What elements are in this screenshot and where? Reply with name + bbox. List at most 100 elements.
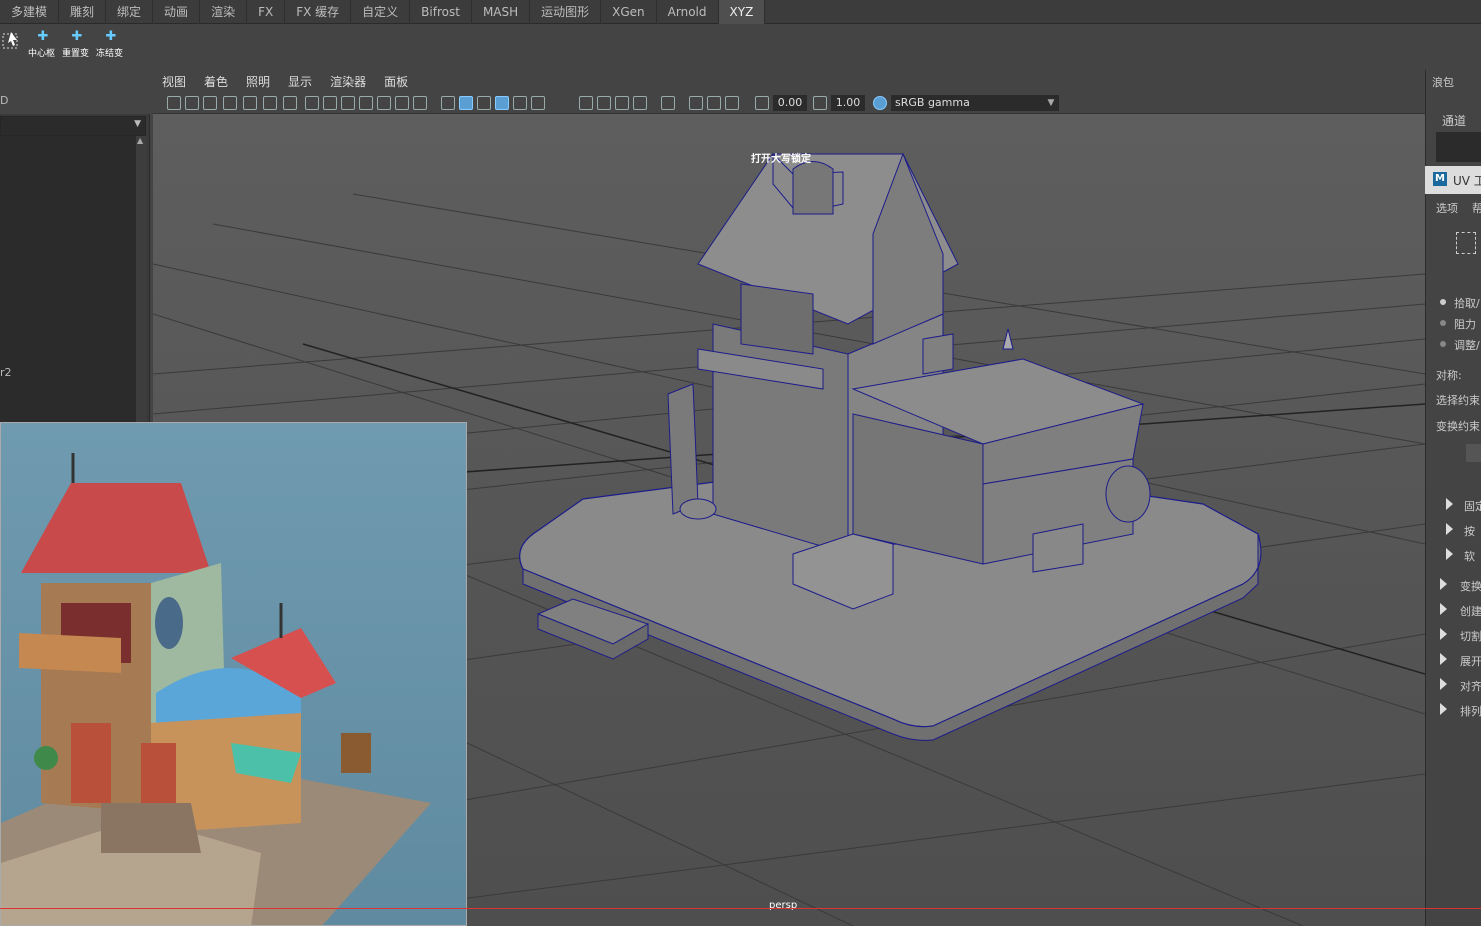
right-tab-label[interactable]: 浪包 bbox=[1432, 74, 1454, 90]
section-header[interactable]: 固定 bbox=[1464, 498, 1481, 514]
outliner-scrollbar[interactable]: ▲ bbox=[136, 136, 146, 422]
shelf-tab[interactable]: 运动图形 bbox=[530, 0, 602, 24]
expand-arrow-icon[interactable] bbox=[1440, 628, 1447, 640]
section-header[interactable]: 创建 bbox=[1460, 603, 1481, 619]
shelf-tab[interactable]: MASH bbox=[472, 0, 531, 24]
color-space-dropdown[interactable]: sRGB gamma bbox=[891, 95, 1059, 111]
uv-select-tool-icon[interactable] bbox=[1456, 232, 1476, 254]
default-material-icon[interactable] bbox=[477, 96, 491, 110]
scroll-up-icon[interactable]: ▲ bbox=[137, 136, 143, 145]
radio-button[interactable] bbox=[1440, 341, 1446, 347]
section-header[interactable]: 对齐 bbox=[1460, 678, 1481, 694]
camera-attributes-icon[interactable] bbox=[185, 96, 199, 110]
wireframe-on-shaded-icon[interactable] bbox=[495, 96, 509, 110]
expand-arrow-icon[interactable] bbox=[1446, 523, 1453, 535]
shelf-tab[interactable]: Bifrost bbox=[410, 0, 472, 24]
viewport-menubar: 视图 着色 照明 显示 渲染器 面板 bbox=[153, 70, 1425, 92]
expand-arrow-icon[interactable] bbox=[1440, 603, 1447, 615]
expand-arrow-icon[interactable] bbox=[1440, 678, 1447, 690]
2d-pan-zoom-icon[interactable] bbox=[263, 96, 277, 110]
isolate-select-icon[interactable] bbox=[661, 96, 675, 110]
textured-icon[interactable] bbox=[513, 96, 527, 110]
center-pivot-button[interactable]: ✚ 中心枢 bbox=[26, 28, 60, 62]
shelf-tab[interactable]: 雕刻 bbox=[59, 0, 107, 24]
safe-title-icon[interactable] bbox=[413, 96, 427, 110]
depth-of-field-icon[interactable] bbox=[633, 96, 647, 110]
grid-icon[interactable] bbox=[305, 96, 319, 110]
expand-arrow-icon[interactable] bbox=[1446, 498, 1453, 510]
house-model bbox=[519, 152, 1262, 741]
smooth-shade-icon[interactable] bbox=[459, 96, 473, 110]
shelf-tab[interactable]: 动画 bbox=[153, 0, 201, 24]
shelf-tab[interactable]: FX 缓存 bbox=[285, 0, 352, 24]
menu-view[interactable]: 视图 bbox=[153, 73, 195, 90]
constraint-dropdown[interactable] bbox=[1466, 444, 1481, 462]
exposure-field[interactable]: 0.00 bbox=[773, 95, 807, 111]
xray-icon[interactable] bbox=[689, 96, 703, 110]
radio-button[interactable] bbox=[1440, 299, 1446, 305]
outliner-item[interactable]: r2 bbox=[0, 366, 12, 379]
resolution-gate-icon[interactable] bbox=[341, 96, 355, 110]
shelf-tab[interactable]: 多建模 bbox=[0, 0, 60, 24]
film-gate-icon[interactable] bbox=[323, 96, 337, 110]
menu-renderer[interactable]: 渲染器 bbox=[321, 73, 375, 90]
grease-pencil-icon[interactable] bbox=[243, 96, 257, 110]
shelf-tab[interactable]: 自定义 bbox=[351, 0, 411, 24]
menu-shading[interactable]: 着色 bbox=[195, 73, 237, 90]
grease-icon[interactable] bbox=[283, 96, 297, 110]
section-header[interactable]: 按 bbox=[1464, 523, 1475, 539]
camera-label: persp bbox=[769, 900, 798, 911]
maya-window: 多建模 雕刻 绑定 动画 渲染 FX FX 缓存 自定义 Bifrost MAS… bbox=[0, 0, 1481, 926]
expand-arrow-icon[interactable] bbox=[1440, 703, 1447, 715]
xray-joints-icon[interactable] bbox=[725, 96, 739, 110]
radio-button[interactable] bbox=[1440, 320, 1446, 326]
shelf-tab[interactable]: 渲染 bbox=[200, 0, 248, 24]
uv-help-menu[interactable]: 帮 bbox=[1472, 200, 1481, 216]
gamma-field[interactable]: 1.00 bbox=[831, 95, 865, 111]
ambient-occlusion-icon[interactable] bbox=[597, 96, 611, 110]
menu-lighting[interactable]: 照明 bbox=[237, 73, 279, 90]
anti-aliasing-icon[interactable] bbox=[615, 96, 629, 110]
expand-arrow-icon[interactable] bbox=[1440, 653, 1447, 665]
xray-active-icon[interactable] bbox=[707, 96, 721, 110]
field-chart-icon[interactable] bbox=[377, 96, 391, 110]
shadows-icon[interactable] bbox=[579, 96, 593, 110]
expand-arrow-icon[interactable] bbox=[1446, 548, 1453, 560]
menu-panels[interactable]: 面板 bbox=[375, 73, 417, 90]
safe-action-icon[interactable] bbox=[395, 96, 409, 110]
section-header[interactable]: 变换 bbox=[1460, 578, 1481, 594]
outliner-filter-dropdown[interactable]: ▼ bbox=[0, 116, 146, 136]
channel-box-label[interactable]: 通道 bbox=[1442, 112, 1466, 129]
exposure-icon[interactable] bbox=[755, 96, 769, 110]
gate-mask-icon[interactable] bbox=[359, 96, 373, 110]
reference-image bbox=[0, 422, 467, 926]
reset-transform-button[interactable]: ✚ 重置变 bbox=[60, 28, 94, 62]
image-plane-icon[interactable] bbox=[223, 96, 237, 110]
select-tool-button[interactable] bbox=[0, 28, 22, 62]
freeze-transform-button[interactable]: ✚ 冻结变 bbox=[94, 28, 128, 62]
channel-box-area[interactable] bbox=[1436, 132, 1481, 162]
symmetry-label: 对称: bbox=[1436, 369, 1462, 382]
gamma-icon[interactable] bbox=[813, 96, 827, 110]
chevron-down-icon[interactable]: ▼ bbox=[1043, 95, 1059, 111]
section-header[interactable]: 排列 bbox=[1460, 703, 1481, 719]
section-header[interactable]: 软 bbox=[1464, 548, 1475, 564]
expand-arrow-icon[interactable] bbox=[1440, 578, 1447, 590]
lights-icon[interactable] bbox=[531, 96, 545, 110]
menu-show[interactable]: 显示 bbox=[279, 73, 321, 90]
uv-editor-titlebar[interactable]: M UV 工 bbox=[1425, 166, 1481, 194]
shelf-tab[interactable]: FX bbox=[247, 0, 286, 24]
outliner-list[interactable]: r2 bbox=[0, 136, 136, 422]
color-management-icon[interactable] bbox=[873, 96, 887, 110]
section-header[interactable]: 切割 bbox=[1460, 628, 1481, 644]
uv-options-menu[interactable]: 选项 bbox=[1436, 200, 1458, 216]
shelf-tab-xyz[interactable]: XYZ bbox=[718, 0, 766, 24]
wireframe-icon[interactable] bbox=[441, 96, 455, 110]
shelf-tab[interactable]: 绑定 bbox=[106, 0, 154, 24]
section-header[interactable]: 展开 bbox=[1460, 653, 1481, 669]
reference-house-picture bbox=[1, 423, 466, 925]
shelf-tab[interactable]: Arnold bbox=[657, 0, 719, 24]
shelf-tab[interactable]: XGen bbox=[601, 0, 657, 24]
bookmark-icon[interactable] bbox=[203, 96, 217, 110]
camera-select-icon[interactable] bbox=[167, 96, 181, 110]
